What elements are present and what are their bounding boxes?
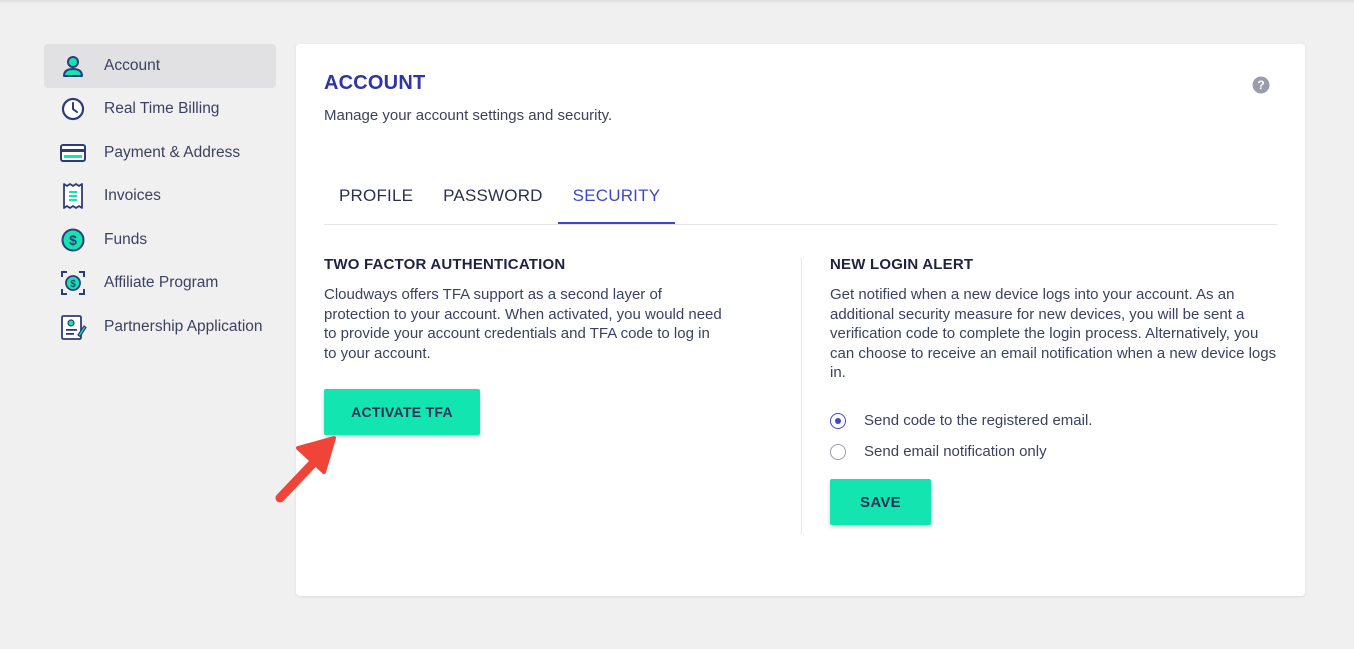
sidebar-nav: Account Real Time Billing Payment & Addr…	[44, 44, 276, 349]
sidebar-item-label: Real Time Billing	[104, 100, 220, 118]
sidebar-item-invoices[interactable]: Invoices	[44, 175, 276, 219]
clock-icon	[58, 94, 88, 124]
question-circle-icon[interactable]: ?	[1252, 76, 1270, 94]
tab-profile[interactable]: PROFILE	[324, 172, 428, 224]
svg-text:?: ?	[1257, 78, 1264, 92]
radio-label: Send email notification only	[864, 443, 1047, 460]
svg-text:$: $	[69, 232, 77, 248]
activate-tfa-button[interactable]: ACTIVATE TFA	[324, 389, 480, 435]
login-alert-title: NEW LOGIN ALERT	[830, 256, 974, 273]
sidebar-item-partnership-application[interactable]: Partnership Application	[44, 305, 276, 349]
radio-label: Send code to the registered email.	[864, 412, 1093, 429]
annotation-arrow-icon	[275, 436, 336, 503]
sidebar-item-funds[interactable]: $ Funds	[44, 218, 276, 262]
partnership-document-icon	[58, 312, 88, 342]
sidebar-item-affiliate-program[interactable]: $ Affiliate Program	[44, 262, 276, 306]
radio-send-code[interactable]: Send code to the registered email.	[830, 412, 1092, 429]
page-title: ACCOUNT	[324, 72, 426, 94]
section-divider	[801, 258, 802, 534]
radio-button-checked[interactable]	[830, 412, 846, 429]
sidebar-item-label: Affiliate Program	[104, 274, 219, 292]
tfa-title: TWO FACTOR AUTHENTICATION	[324, 256, 566, 273]
receipt-icon	[58, 181, 88, 211]
tab-password[interactable]: PASSWORD	[428, 172, 558, 224]
sidebar-item-label: Partnership Application	[104, 317, 263, 335]
credit-card-icon	[58, 138, 88, 168]
tfa-description: Cloudways offers TFA support as a second…	[324, 286, 722, 362]
login-alert-section: NEW LOGIN ALERT Get notified when a new …	[830, 256, 1280, 383]
sidebar-item-label: Funds	[104, 230, 148, 248]
sidebar-item-payment-address[interactable]: Payment & Address	[44, 131, 276, 175]
radio-button[interactable]	[830, 443, 846, 460]
sidebar-item-label: Account	[104, 56, 161, 74]
save-button[interactable]: SAVE	[830, 479, 931, 525]
sidebar-item-account[interactable]: Account	[44, 44, 276, 88]
account-tabs: PROFILE PASSWORD SECURITY	[324, 172, 1277, 225]
tab-security[interactable]: SECURITY	[557, 172, 676, 224]
radio-email-notification[interactable]: Send email notification only	[830, 443, 1047, 460]
account-card: ACCOUNT Manage your account settings and…	[296, 44, 1305, 596]
login-alert-description: Get notified when a new device logs into…	[830, 286, 1277, 382]
user-icon	[58, 51, 88, 81]
dollar-circle-icon: $	[58, 225, 88, 255]
sidebar-item-label: Payment & Address	[104, 143, 241, 161]
tfa-section: TWO FACTOR AUTHENTICATION Cloudways offe…	[324, 256, 724, 363]
affiliate-icon: $	[58, 268, 88, 298]
page-subtitle: Manage your account settings and securit…	[324, 107, 613, 124]
sidebar-item-real-time-billing[interactable]: Real Time Billing	[44, 88, 276, 132]
sidebar-item-label: Invoices	[104, 187, 161, 205]
top-shadow	[0, 0, 1354, 4]
svg-text:$: $	[70, 279, 76, 290]
